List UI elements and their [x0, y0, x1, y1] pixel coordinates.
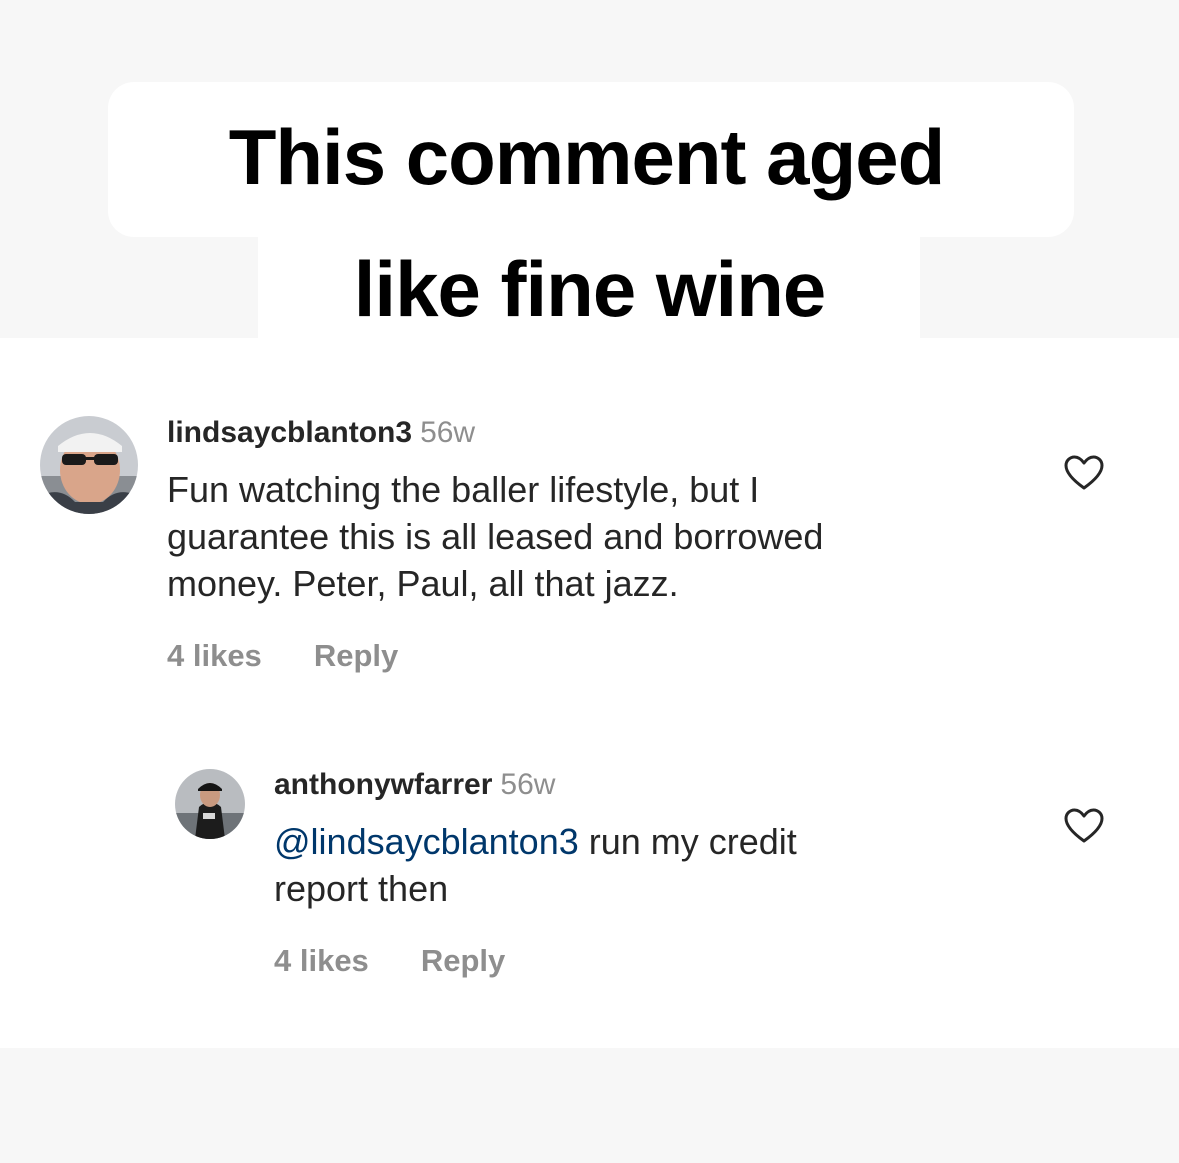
comment-meta: 4 likes Reply — [167, 638, 398, 674]
comment-timestamp: 56w — [420, 416, 476, 449]
comment-username[interactable]: anthonywfarrer 56w — [274, 768, 555, 802]
comment-text: @lindsaycblanton3 run my credit report t… — [274, 818, 797, 912]
likes-count[interactable]: 4 likes — [167, 638, 262, 674]
caption-line-1: This comment aged — [228, 113, 945, 201]
heart-outline-icon[interactable] — [1064, 808, 1104, 844]
likes-count[interactable]: 4 likes — [274, 943, 369, 979]
comment-username[interactable]: lindsaycblanton3 56w — [167, 416, 475, 450]
comment-text-segment: run my credit — [578, 821, 797, 862]
avatar[interactable] — [175, 769, 245, 839]
mention-link[interactable]: @lindsaycblanton3 — [274, 821, 579, 862]
heart-outline-icon[interactable] — [1064, 455, 1104, 491]
reply-button[interactable]: Reply — [314, 638, 398, 674]
avatar[interactable] — [40, 416, 138, 514]
username-text[interactable]: anthonywfarrer — [274, 768, 492, 801]
comment-text-line: guarantee this is all leased and borrowe… — [167, 516, 824, 557]
comment-text-line: report then — [274, 868, 449, 909]
comment-meta: 4 likes Reply — [274, 943, 505, 979]
comment-text-line: @lindsaycblanton3 run my credit — [274, 818, 797, 865]
username-text[interactable]: lindsaycblanton3 — [167, 416, 412, 449]
comment-timestamp: 56w — [500, 768, 556, 801]
comment-text-line: money. Peter, Paul, all that jazz. — [167, 563, 679, 604]
reply-button[interactable]: Reply — [421, 943, 505, 979]
caption-line-2: like fine wine — [353, 245, 826, 333]
comment-text-line: Fun watching the baller lifestyle, but I — [167, 469, 760, 510]
comment-text: Fun watching the baller lifestyle, but I… — [167, 466, 823, 607]
